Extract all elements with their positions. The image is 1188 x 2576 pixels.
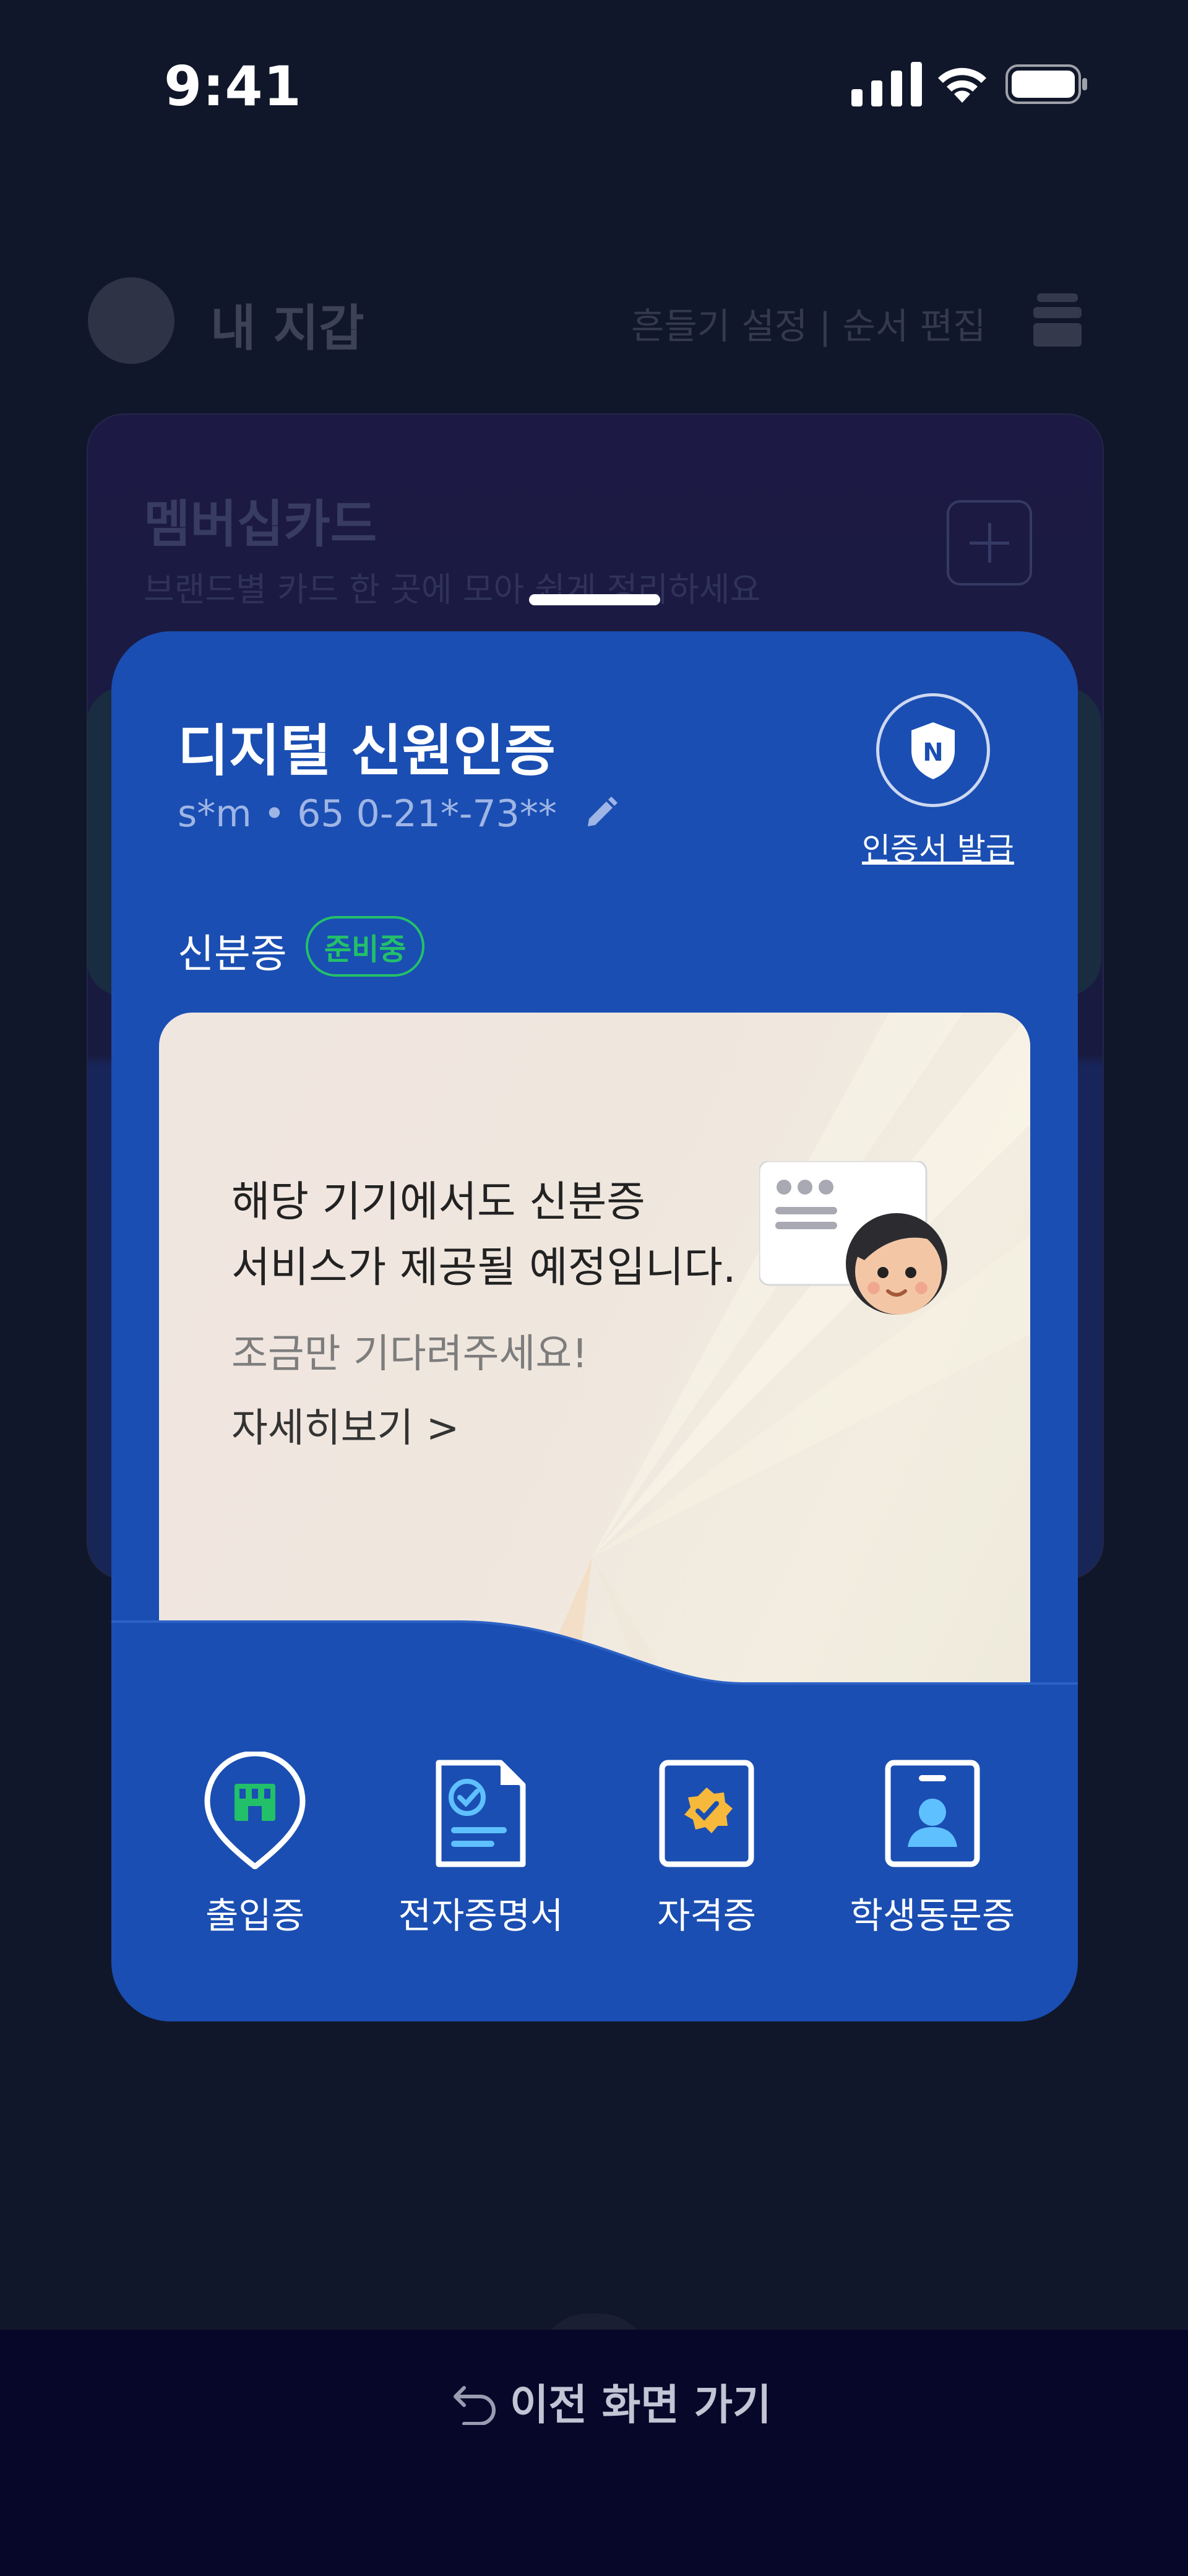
see-more-link[interactable]: 자세히보기 >	[231, 1396, 459, 1453]
membership-subtitle: 브랜드별 카드 한 곳에 모아 쉽게 정리하세요	[144, 570, 761, 609]
back-label: 이전 화면 가기	[510, 2381, 772, 2430]
avatar	[88, 277, 174, 364]
shortcut-label: 학생동문증	[850, 1895, 1015, 1937]
id-card-label: 신분증	[178, 931, 287, 977]
digital-id-card: 디지털 신원인증 s*m • 65 0-21*-73** N 인증서 발급 신분…	[111, 631, 1078, 2021]
info-line-1: 해당 기기에서도 신분증	[231, 1178, 645, 1227]
status-time: 9:41	[164, 54, 302, 118]
id-card-person-icon	[759, 1161, 947, 1315]
pencil-icon[interactable]	[582, 795, 619, 832]
back-button[interactable]: 이전 화면 가기	[452, 2371, 772, 2432]
entry-pass-icon	[204, 1752, 306, 1869]
certificate-button[interactable]: N	[876, 693, 990, 807]
status-badge: 준비중	[306, 916, 425, 977]
info-subtext: 조금만 기다려주세요!	[231, 1331, 588, 1377]
bottom-bar	[0, 2330, 1188, 2576]
info-line-2: 서비스가 제공될 예정입니다.	[231, 1243, 736, 1292]
shortcut-license[interactable]: 자격증	[595, 1745, 818, 1938]
shortcut-label: 자격증	[656, 1895, 757, 1937]
license-icon	[659, 1760, 754, 1867]
shortcut-row: 출입증 전자증명서 자격증 학생동문증	[111, 1745, 1078, 1993]
card-subtitle: s*m • 65 0-21*-73**	[178, 792, 557, 836]
shortcut-label: 출입증	[205, 1895, 305, 1937]
e-certificate-icon	[436, 1760, 526, 1867]
wallet-links: 흔들기 설정 | 순서 편집	[631, 305, 986, 347]
wifi-icon	[938, 67, 986, 103]
shortcut-student-id[interactable]: 학생동문증	[821, 1745, 1044, 1938]
wallet-title: 내 지갑	[210, 300, 364, 357]
shield-icon: N	[911, 722, 955, 779]
card-stack-icon	[1033, 293, 1082, 347]
student-id-icon	[885, 1760, 980, 1867]
info-message: 해당 기기에서도 신분증 서비스가 제공될 예정입니다.	[231, 1170, 736, 1301]
battery-icon	[1005, 64, 1087, 104]
add-card-button[interactable]	[947, 500, 1032, 586]
card-title: 디지털 신원인증	[178, 719, 556, 784]
undo-icon	[454, 2385, 496, 2425]
svg-text:N: N	[923, 738, 943, 767]
shortcut-label: 전자증명서	[398, 1895, 564, 1937]
signal-icon	[851, 62, 922, 106]
issue-certificate-link[interactable]: 인증서 발급	[862, 824, 1014, 869]
sheet-grab-handle[interactable]	[529, 594, 660, 605]
membership-title: 멤버십카드	[144, 495, 377, 554]
shortcut-e-certificate[interactable]: 전자증명서	[369, 1745, 592, 1938]
shortcut-entry-pass[interactable]: 출입증	[144, 1745, 366, 1938]
